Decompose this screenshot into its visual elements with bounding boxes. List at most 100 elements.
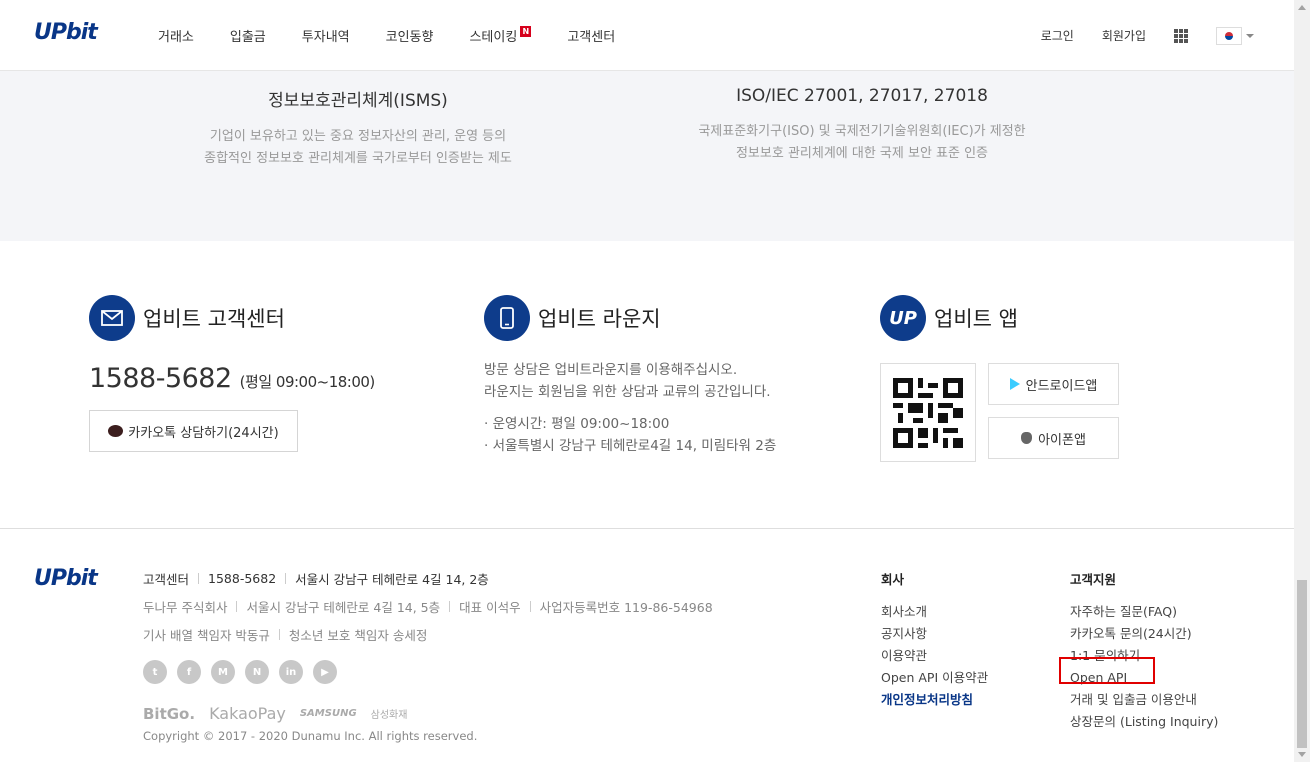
certification-section: 정보보호관리체계(ISMS) 기업이 보유하고 있는 중요 정보자산의 관리, …	[0, 71, 1294, 241]
nav-customer-center[interactable]: 고객센터	[567, 26, 615, 45]
nav-staking[interactable]: 스테이킹 N	[469, 26, 532, 45]
youtube-icon[interactable]: ▶	[313, 660, 337, 684]
nav-exchange[interactable]: 거래소	[158, 26, 194, 45]
social-links: t f M N in ▶	[143, 660, 713, 684]
company-name: 두나무 주식회사	[143, 600, 228, 615]
footer-cs-phone: 1588-5682	[208, 571, 277, 586]
link-1on1-inquiry[interactable]: 1:1 문의하기	[1070, 645, 1218, 667]
nav-coin-trends[interactable]: 코인동향	[386, 26, 434, 45]
isms-cert: 정보보호관리체계(ISMS) 기업이 보유하고 있는 중요 정보자산의 관리, …	[118, 86, 598, 170]
nav-staking-label: 스테이킹	[469, 30, 518, 45]
smartphone-icon	[484, 295, 530, 341]
facebook-icon[interactable]: f	[177, 660, 201, 684]
medium-icon[interactable]: M	[211, 660, 235, 684]
linkedin-icon[interactable]: in	[279, 660, 303, 684]
footer-logo[interactable]: UPbit	[34, 566, 98, 591]
upbit-logo[interactable]: UPbit	[34, 20, 98, 45]
google-play-icon	[1009, 378, 1020, 390]
korea-flag-icon	[1216, 26, 1242, 45]
footer-cs-label: 고객센터	[143, 572, 190, 587]
qr-code-icon	[880, 363, 976, 462]
cert-desc-line: 국제표준화기구(ISO) 및 국제전기기술위원회(IEC)가 제정한	[698, 124, 1026, 139]
link-listing-inquiry[interactable]: 상장문의 (Listing Inquiry)	[1070, 711, 1218, 733]
iphone-app-label: 아이폰앱	[1038, 432, 1086, 448]
link-open-api[interactable]: Open API	[1070, 667, 1218, 689]
new-badge: N	[520, 26, 532, 37]
samsung-fire-logo: 삼성화재	[370, 710, 408, 721]
hours-label: (평일	[239, 373, 272, 391]
bitgo-logo: BitGo.	[143, 704, 196, 723]
iphone-app-button[interactable]: 아이폰앱	[988, 417, 1119, 459]
scroll-up-arrow-icon[interactable]	[1298, 5, 1306, 10]
signup-link[interactable]: 회원가입	[1102, 27, 1146, 44]
link-kakao-inquiry[interactable]: 카카오톡 문의(24시간)	[1070, 623, 1218, 645]
app-block: UP 업비트 앱 안드로이드앱 아이폰앱	[880, 295, 1140, 465]
header-utility: 로그인 회원가입	[1013, 0, 1254, 71]
lounge-hours: 운영시간: 평일 09:00~18:00	[484, 413, 776, 435]
twitter-icon[interactable]: t	[143, 660, 167, 684]
link-notices[interactable]: 공지사항	[881, 623, 988, 645]
lounge-title: 업비트 라운지	[538, 307, 661, 331]
lounge-description: 방문 상담은 업비트라운지를 이용해주십시오. 라운지는 회원님을 위한 상담과…	[484, 359, 776, 403]
footer-cs-address: 서울시 강남구 테헤란로 4길 14, 2층	[295, 572, 489, 587]
article-manager: 기사 배열 책임자 박동규	[143, 628, 270, 643]
link-privacy-policy[interactable]: 개인정보처리방침	[881, 689, 988, 711]
link-terms[interactable]: 이용약관	[881, 645, 988, 667]
top-header: UPbit 거래소 입출금 투자내역 코인동향 스테이킹 N 고객센터 로그인 …	[0, 0, 1294, 71]
link-trading-guide[interactable]: 거래 및 입출금 이용안내	[1070, 689, 1218, 711]
android-app-button[interactable]: 안드로이드앱	[988, 363, 1119, 405]
cert-desc-line: 기업이 보유하고 있는 중요 정보자산의 관리, 운영 등의	[209, 129, 507, 144]
nav-investments[interactable]: 투자내역	[302, 26, 350, 45]
customer-center-title: 업비트 고객센터	[143, 307, 285, 331]
link-open-api-terms[interactable]: Open API 이용약관	[881, 667, 988, 689]
footer: UPbit 고객센터 1588-5682 서울시 강남구 테헤란로 4길 14,…	[0, 530, 1294, 762]
kakaopay-logo: KakaoPay	[209, 704, 286, 723]
phone-number: 1588-5682	[89, 363, 232, 394]
naver-icon[interactable]: N	[245, 660, 269, 684]
lounge-info-list: 운영시간: 평일 09:00~18:00 서울특별시 강남구 테헤란로4길 14…	[484, 413, 777, 457]
link-about[interactable]: 회사소개	[881, 601, 988, 623]
company-address: 서울시 강남구 테헤란로 4길 14, 5층	[246, 600, 441, 615]
cert-desc-line: 정보보호 관리체계에 대한 국제 보안 표준 인증	[735, 146, 989, 161]
cert-title: 정보보호관리체계(ISMS)	[268, 91, 448, 111]
lounge-desc-line: 방문 상담은 업비트라운지를 이용해주십시오.	[484, 362, 738, 378]
footer-company-info: 고객센터 1588-5682 서울시 강남구 테헤란로 4길 14, 2층 두나…	[143, 569, 713, 743]
partner-logos: BitGo. KakaoPay SAMSUNG 삼성화재	[143, 704, 713, 723]
upbit-app-icon-text: UP	[889, 307, 917, 329]
hours-value: 09:00~18:00)	[275, 373, 375, 391]
link-faq[interactable]: 자주하는 질문(FAQ)	[1070, 601, 1218, 623]
upbit-app-icon: UP	[880, 295, 926, 341]
chat-bubble-icon	[108, 425, 124, 437]
youth-protection-manager: 청소년 보호 책임자 송세정	[288, 628, 428, 643]
kakao-consult-label: 카카오톡 상담하기(24시간)	[128, 425, 279, 441]
copyright: Copyright © 2017 - 2020 Dunamu Inc. All …	[143, 729, 478, 743]
scroll-down-arrow-icon[interactable]	[1298, 752, 1306, 757]
iso-cert: ISO/IEC 27001, 27017, 27018 국제표준화기구(ISO)…	[622, 86, 1102, 165]
scrollbar-thumb[interactable]	[1297, 580, 1307, 748]
customer-center-block: 업비트 고객센터 1588-5682 (평일 09:00~18:00) 카카오톡 …	[89, 295, 375, 452]
android-app-label: 안드로이드앱	[1025, 378, 1098, 394]
footer-company-links: 회사 회사소개 공지사항 이용약관 Open API 이용약관 개인정보처리방침	[881, 569, 988, 711]
language-selector[interactable]	[1216, 26, 1254, 45]
app-grid-icon[interactable]	[1174, 28, 1188, 43]
apple-icon	[1021, 432, 1033, 444]
samsung-logo: SAMSUNG	[299, 708, 357, 719]
footer-support-heading: 고객지원	[1070, 572, 1117, 587]
cert-desc-line: 종합적인 정보보호 관리체계를 국가로부터 인증받는 제도	[204, 151, 512, 166]
app-title: 업비트 앱	[934, 307, 1018, 331]
nav-deposit-withdraw[interactable]: 입출금	[230, 26, 266, 45]
chevron-down-icon	[1246, 33, 1254, 38]
company-ceo: 대표 이석우	[459, 600, 521, 615]
lounge-address: 서울특별시 강남구 테헤란로4길 14, 미림타워 2층	[484, 435, 777, 457]
lounge-block: 업비트 라운지 방문 상담은 업비트라운지를 이용해주십시오. 라운지는 회원님…	[484, 295, 776, 457]
page-scrollbar[interactable]	[1294, 0, 1310, 762]
kakao-consult-button[interactable]: 카카오톡 상담하기(24시간)	[89, 410, 298, 452]
login-link[interactable]: 로그인	[1041, 27, 1074, 44]
lounge-desc-line: 라운지는 회원님을 위한 상담과 교류의 공간입니다.	[484, 384, 771, 400]
customer-center-phone: 1588-5682 (평일 09:00~18:00)	[89, 363, 375, 394]
business-number: 사업자등록번호 119-86-54968	[539, 600, 713, 615]
footer-support-links: 고객지원 자주하는 질문(FAQ) 카카오톡 문의(24시간) 1:1 문의하기…	[1070, 569, 1218, 733]
service-section: 업비트 고객센터 1588-5682 (평일 09:00~18:00) 카카오톡 …	[0, 241, 1294, 529]
cert-title: ISO/IEC 27001, 27017, 27018	[736, 86, 988, 106]
footer-company-heading: 회사	[881, 572, 905, 587]
